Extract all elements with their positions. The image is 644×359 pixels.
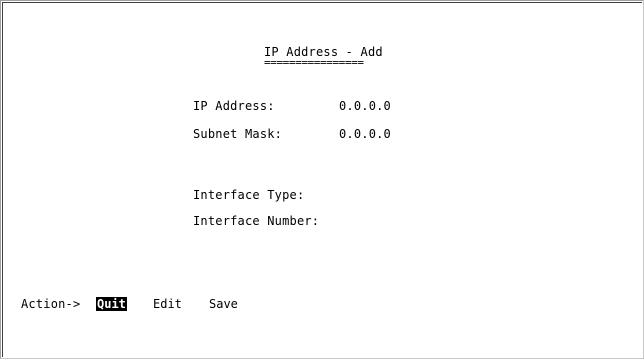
- save-action[interactable]: Save: [208, 297, 239, 311]
- subnet-mask-label: Subnet Mask:: [193, 127, 283, 141]
- edit-action[interactable]: Edit: [152, 297, 183, 311]
- quit-action[interactable]: Quit: [96, 297, 127, 311]
- ip-address-field[interactable]: 0.0.0.0: [339, 99, 391, 113]
- interface-number-label: Interface Number:: [193, 214, 320, 228]
- interface-type-label: Interface Type:: [193, 188, 305, 202]
- action-prompt: Action->: [21, 297, 81, 311]
- title-underline: ================: [264, 56, 364, 69]
- subnet-mask-field[interactable]: 0.0.0.0: [339, 127, 391, 141]
- ip-address-label: IP Address:: [193, 99, 275, 113]
